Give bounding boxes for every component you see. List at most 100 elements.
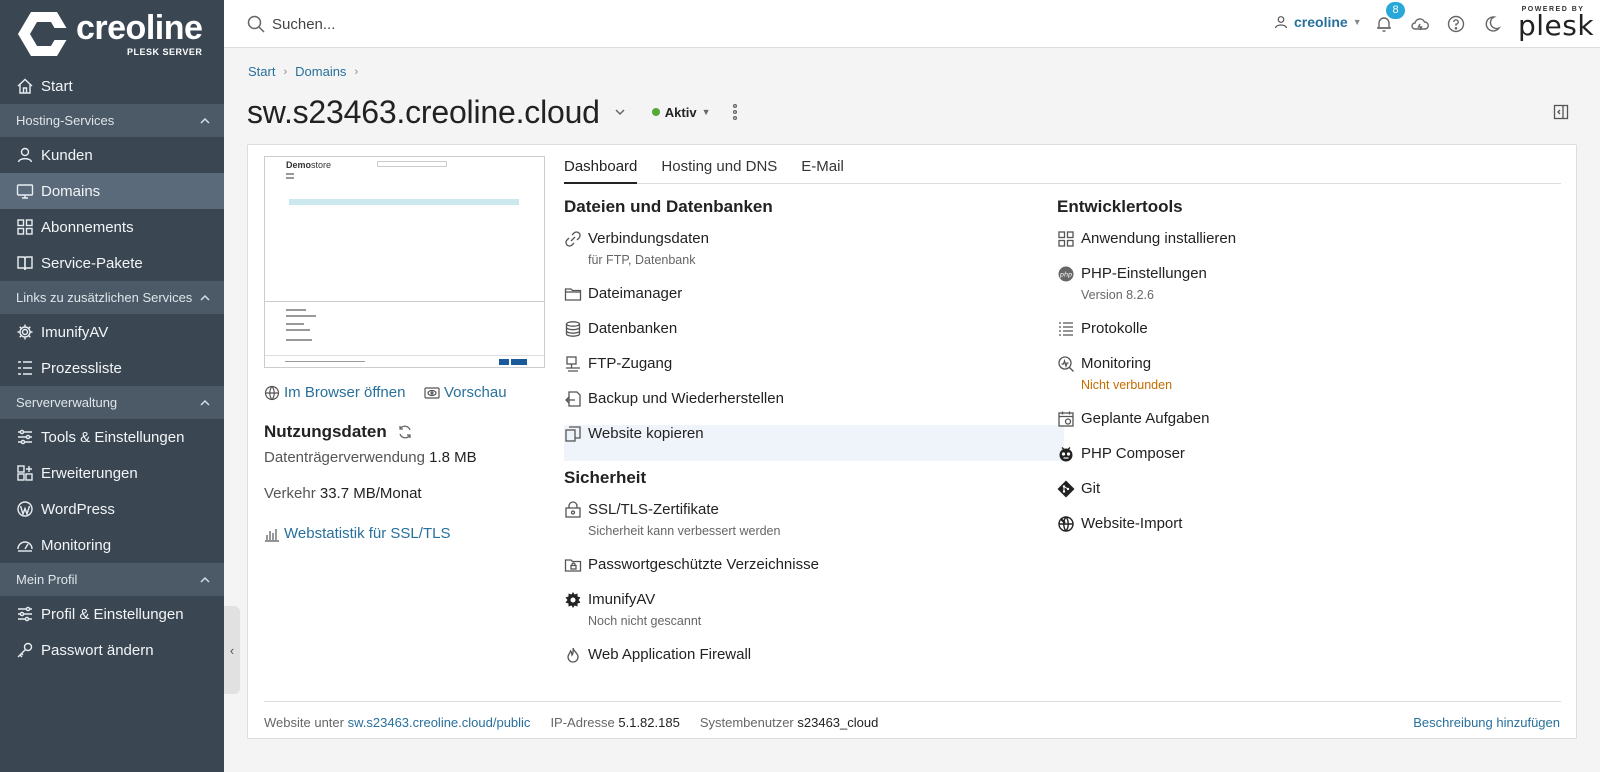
sidebar-section-links[interactable]: Links zu zusätzlichen Services <box>0 281 224 314</box>
refresh-icon[interactable] <box>397 424 413 440</box>
thumbnail-footer-line <box>265 355 544 356</box>
sidebar-item-label: Kunden <box>41 146 93 164</box>
cloud-button[interactable] <box>1410 14 1430 34</box>
sidebar-item-service-pakete[interactable]: Service-Pakete <box>0 245 224 281</box>
brand-name: creoline <box>76 9 203 47</box>
tab-dashboard[interactable]: Dashboard <box>564 158 638 184</box>
webstat-link[interactable]: Webstatistik für SSL/TLS <box>264 525 450 542</box>
thumbnail-text <box>286 339 312 341</box>
traffic-value: 33.7 MB/Monat <box>319 485 422 502</box>
item-label: Verbindungsdaten <box>588 230 709 247</box>
status-dropdown[interactable]: Aktiv ▼ <box>651 105 711 120</box>
php-composer-item[interactable]: PHP Composer <box>1057 444 1185 464</box>
folder-icon <box>564 285 582 303</box>
sidebar-item-label: Passwort ändern <box>41 641 154 659</box>
search-input[interactable] <box>272 10 872 38</box>
sidebar-item-profil[interactable]: Profil & Einstellungen <box>0 596 224 632</box>
item-label: Git <box>1081 480 1101 497</box>
ftp-icon <box>564 355 582 373</box>
tab-hosting-dns[interactable]: Hosting und DNS <box>661 158 777 184</box>
search-icon <box>247 15 265 33</box>
monitoring-item[interactable]: Monitoring Nicht verbunden <box>1057 354 1172 393</box>
add-description-link[interactable]: Beschreibung hinzufügen <box>1413 715 1560 730</box>
imunifyav-item[interactable]: ImunifyAV Noch nicht gescannt <box>564 590 701 629</box>
sidebar-collapse-handle[interactable]: ‹ <box>224 606 240 694</box>
sidebar-item-abonnements[interactable]: Abonnements <box>0 209 224 245</box>
sidebar-item-domains[interactable]: Domains <box>0 173 224 209</box>
disk-usage-value: 1.8 MB <box>429 449 477 466</box>
database-icon <box>564 320 582 338</box>
panel-toggle-icon[interactable] <box>1553 104 1569 120</box>
card-footer-divider <box>264 701 1561 702</box>
bar-chart-icon <box>265 528 279 542</box>
sidebar-item-label: Monitoring <box>41 536 112 554</box>
copy-website-item[interactable]: Website kopieren <box>564 424 704 444</box>
traffic-usage: Verkehr 33.7 MB/Monat <box>264 485 422 502</box>
chevron-down-icon[interactable] <box>614 106 626 118</box>
section-label: Hosting-Services <box>16 113 115 128</box>
powered-by-plesk: POWERED BY plesk <box>1518 6 1594 40</box>
file-manager-item[interactable]: Dateimanager <box>564 284 682 304</box>
sidebar-section-profil[interactable]: Mein Profil <box>0 563 224 596</box>
sidebar-item-tools[interactable]: Tools & Einstellungen <box>0 419 224 455</box>
user-menu[interactable]: creoline ▼ <box>1274 14 1362 30</box>
scheduled-tasks-item[interactable]: Geplante Aufgaben <box>1057 409 1209 429</box>
help-button[interactable] <box>1446 14 1466 34</box>
notifications-button[interactable]: 8 <box>1374 2 1405 34</box>
sidebar-item-passwort[interactable]: Passwort ändern <box>0 632 224 668</box>
sidebar-item-monitoring[interactable]: Monitoring <box>0 527 224 563</box>
protected-dirs-item[interactable]: Passwortgeschützte Verzeichnisse <box>564 555 819 575</box>
item-label: Website-Import <box>1081 515 1183 532</box>
sidebar-item-imunifyav[interactable]: ImunifyAV <box>0 314 224 350</box>
footer-ip: IP-Adresse 5.1.82.185 <box>550 715 679 730</box>
breadcrumb-start[interactable]: Start <box>248 64 275 79</box>
backup-item[interactable]: Backup und Wiederherstellen <box>564 389 784 409</box>
php-settings-item[interactable]: php PHP-Einstellungen Version 8.2.6 <box>1057 264 1207 303</box>
website-thumbnail[interactable]: Demostore <box>264 156 545 368</box>
ftp-access-item[interactable]: FTP-Zugang <box>564 354 672 374</box>
sidebar-item-wordpress[interactable]: WordPress <box>0 491 224 527</box>
security-section-title: Sicherheit <box>564 468 647 487</box>
git-item[interactable]: Git <box>1057 479 1100 499</box>
sidebar-section-serververwaltung[interactable]: Serververwaltung <box>0 386 224 419</box>
thumbnail-text <box>286 323 304 325</box>
topbar: creoline ▼ 8 POWERED BY plesk <box>224 0 1600 48</box>
globe-icon <box>264 385 280 400</box>
dark-mode-button[interactable] <box>1482 14 1502 34</box>
footer-ip-label: IP-Adresse <box>550 715 615 730</box>
item-label: ImunifyAV <box>588 591 656 608</box>
chevron-up-icon <box>200 399 210 406</box>
item-sub: für FTP, Datenbank <box>588 253 696 267</box>
databases-item[interactable]: Datenbanken <box>564 319 677 339</box>
preview-link[interactable]: Vorschau <box>424 384 507 401</box>
tab-email[interactable]: E-Mail <box>801 158 844 184</box>
footer-user-label: Systembenutzer <box>699 715 794 730</box>
sidebar-item-prozessliste[interactable]: Prozessliste <box>0 350 224 386</box>
sidebar-item-label: Abonnements <box>41 218 134 236</box>
sidebar-item-label: Domains <box>41 182 101 200</box>
link-icon <box>564 230 582 248</box>
site-url-link[interactable]: sw.s23463.creoline.cloud/public <box>348 715 531 730</box>
brand-logo[interactable]: creoline PLESK SERVER <box>0 0 224 68</box>
more-options-icon[interactable] <box>728 103 742 121</box>
ssl-certificates-item[interactable]: SSL/TLS-Zertifikate Sicherheit kann verbe… <box>564 500 780 539</box>
backup-icon <box>564 390 582 408</box>
chevron-up-icon <box>200 117 210 124</box>
sidebar-item-start[interactable]: Start <box>0 68 224 104</box>
logs-item[interactable]: Protokolle <box>1057 319 1148 339</box>
chevron-down-icon: ▼ <box>701 107 711 117</box>
card-footer: Website unter sw.s23463.creoline.cloud/p… <box>264 715 898 730</box>
footer-ip-value: 5.1.82.185 <box>618 715 680 730</box>
website-import-item[interactable]: Website-Import <box>1057 514 1182 534</box>
sidebar-item-erweiterungen[interactable]: Erweiterungen <box>0 455 224 491</box>
chevron-up-icon <box>200 294 210 301</box>
sidebar-section-hosting[interactable]: Hosting-Services <box>0 104 224 137</box>
thumbnail-button <box>499 359 509 365</box>
sidebar-item-kunden[interactable]: Kunden <box>0 137 224 173</box>
waf-item[interactable]: Web Application Firewall <box>564 645 751 665</box>
open-in-browser-link[interactable]: Im Browser öffnen <box>264 384 405 401</box>
install-app-item[interactable]: Anwendung installieren <box>1057 229 1236 249</box>
breadcrumb-domains[interactable]: Domains <box>295 64 346 79</box>
connection-data-item[interactable]: Verbindungsdaten für FTP, Datenbank <box>564 229 709 268</box>
user-icon <box>16 146 34 164</box>
